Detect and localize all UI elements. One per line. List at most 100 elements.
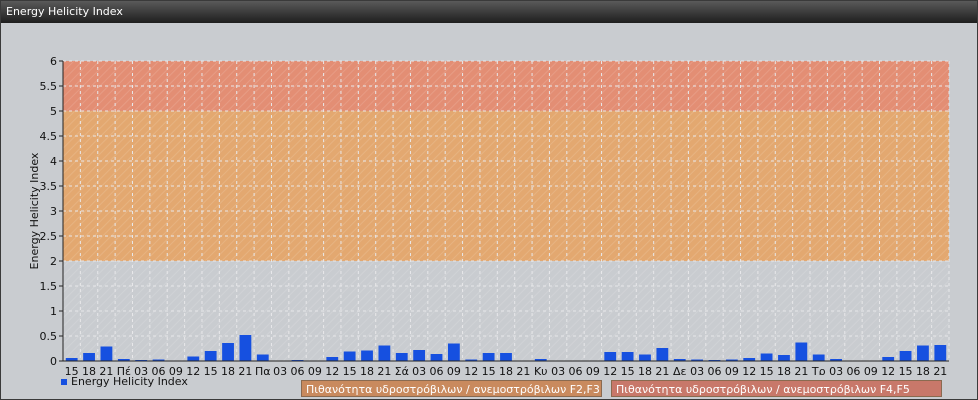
y-tick-label: 0	[50, 355, 57, 368]
x-tick-label: 18	[916, 365, 930, 375]
x-tick-label: 21	[377, 365, 391, 375]
x-tick-label: 21	[794, 365, 808, 375]
y-tick-label: 4.5	[40, 130, 58, 143]
y-tick-label: 3	[50, 205, 57, 218]
x-tick-label: 18	[777, 365, 791, 375]
bar-16	[343, 351, 356, 361]
x-tick-label: 18	[499, 365, 513, 375]
x-tick-label: 06	[430, 365, 444, 375]
y-tick-label: 2.5	[40, 230, 58, 243]
x-tick-label: 15	[343, 365, 357, 375]
x-tick-label: 18	[638, 365, 652, 375]
x-tick-label: 03	[273, 365, 287, 375]
x-tick-label: 12	[325, 365, 339, 375]
band-label-f2f3: Πιθανότητα υδροστρόβιλων / ανεμοστρόβιλω…	[301, 380, 602, 397]
x-tick-label: Πέ	[117, 365, 131, 375]
x-tick-label: Σά	[395, 365, 409, 375]
x-tick-label: 03	[134, 365, 148, 375]
bar-32	[621, 352, 634, 361]
x-tick-label: 09	[169, 365, 183, 375]
bar-42	[795, 342, 808, 361]
bar-41	[778, 355, 790, 361]
x-tick-label: 18	[360, 365, 374, 375]
x-tick-label: 12	[881, 365, 895, 375]
bar-21	[430, 354, 443, 361]
bar-24	[482, 353, 495, 361]
y-tick-label: 5	[50, 105, 57, 118]
y-axis-label: Energy Helicity Index	[28, 152, 41, 269]
x-tick-label: 15	[760, 365, 774, 375]
bar-11	[256, 354, 269, 361]
x-tick-label: 06	[707, 365, 721, 375]
x-tick-label: Δε	[673, 365, 687, 375]
y-tick-label: 0.5	[40, 330, 58, 343]
bar-43	[812, 354, 825, 361]
x-tick-label: 06	[568, 365, 582, 375]
x-tick-label: 09	[725, 365, 739, 375]
window-title: Energy Helicity Index	[1, 1, 977, 23]
bar-31	[604, 352, 617, 361]
x-tick-label: 21	[933, 365, 947, 375]
bar-34	[656, 348, 669, 361]
x-tick-label: 21	[516, 365, 530, 375]
legend-entry[interactable]: Energy Helicity Index	[61, 375, 188, 388]
x-tick-label: 15	[482, 365, 496, 375]
y-tick-label: 4	[50, 155, 57, 168]
x-tick-label: 09	[447, 365, 461, 375]
bar-25	[500, 353, 512, 361]
bar-48	[899, 351, 912, 361]
band-label-f4f5: Πιθανότητα υδροστρόβιλων / ανεμοστρόβιλω…	[611, 380, 942, 397]
chart-window: Energy Helicity Index 0 0.5 1 1.5 2 2.5 3 3.5 4 4…	[0, 0, 978, 400]
bar-15	[326, 357, 339, 361]
x-tick-label: 15	[204, 365, 218, 375]
x-tick-label: Πα	[255, 365, 271, 375]
bar-2	[100, 346, 113, 361]
x-tick-label: 03	[551, 365, 565, 375]
x-tick-label: 21	[655, 365, 669, 375]
x-tick-label: 09	[864, 365, 878, 375]
y-tick-label: 5.5	[40, 80, 58, 93]
bar-33	[639, 354, 651, 361]
legend-label: Energy Helicity Index	[71, 375, 188, 388]
y-tick-label: 3.5	[40, 180, 58, 193]
ehi-chart: 00.511.522.533.544.555.5615 18 21 Πέ 03 06 09 1…	[28, 55, 950, 375]
x-tick-label: 06	[152, 365, 166, 375]
bar-8	[204, 351, 217, 361]
bar-40	[760, 353, 773, 361]
x-tick-label: 03	[829, 365, 843, 375]
x-tick-label: Κυ	[534, 365, 548, 375]
bar-18	[378, 345, 391, 361]
x-tick-label: 03	[690, 365, 704, 375]
y-tick-label: 1	[50, 305, 57, 318]
x-tick-label: 18	[221, 365, 235, 375]
y-tick-label: 1.5	[40, 280, 58, 293]
bar-50	[934, 345, 947, 361]
bar-19	[395, 353, 408, 361]
bar-7	[187, 356, 200, 361]
y-tick-label: 6	[50, 55, 57, 68]
bar-9	[222, 343, 234, 361]
x-tick-label: 15	[65, 365, 79, 375]
bar-1	[83, 353, 95, 361]
x-tick-label: 12	[742, 365, 756, 375]
x-tick-label: 21	[238, 365, 252, 375]
x-tick-label: 06	[846, 365, 860, 375]
bar-17	[361, 350, 373, 361]
bar-22	[447, 343, 460, 361]
x-tick-label: 15	[621, 365, 635, 375]
x-tick-label: 21	[99, 365, 113, 375]
x-tick-label: 12	[186, 365, 200, 375]
x-tick-label: 18	[82, 365, 96, 375]
x-tick-label: 12	[603, 365, 617, 375]
bar-49	[917, 345, 929, 361]
x-tick-label: 12	[464, 365, 478, 375]
x-tick-label: Τρ	[811, 365, 826, 375]
bar-10	[239, 335, 252, 361]
x-tick-label: 09	[586, 365, 600, 375]
x-tick-label: 15	[899, 365, 913, 375]
x-tick-label: 09	[308, 365, 322, 375]
x-tick-label: 03	[412, 365, 426, 375]
y-tick-label: 2	[50, 255, 57, 268]
bar-47	[882, 357, 895, 361]
legend-swatch-icon	[61, 378, 67, 385]
